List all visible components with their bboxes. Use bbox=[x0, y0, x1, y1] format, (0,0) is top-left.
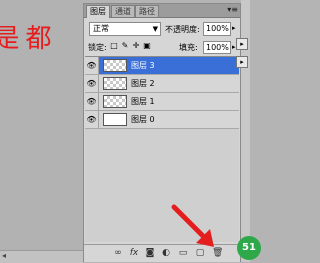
blend-mode-select[interactable]: 正常 ▼ bbox=[89, 22, 161, 36]
layer-thumbnail bbox=[103, 77, 127, 90]
panel-tab-bar: 图层 通道 路径 ▾≡ bbox=[84, 4, 240, 18]
lock-transparent-icon[interactable]: □ bbox=[110, 42, 118, 50]
lock-image-icon[interactable]: ✎ bbox=[121, 42, 129, 50]
add-mask-icon[interactable]: ◙ bbox=[145, 248, 155, 258]
layer-thumbnail bbox=[103, 59, 127, 72]
eye-icon[interactable]: 👁 bbox=[85, 75, 99, 92]
eye-icon[interactable]: 👁 bbox=[85, 111, 99, 128]
lock-all-icon[interactable]: ▣ bbox=[143, 42, 151, 50]
panel-menu-icon[interactable]: ▾≡ bbox=[227, 5, 238, 14]
new-layer-icon[interactable]: ▢ bbox=[195, 248, 205, 258]
status-bar bbox=[0, 250, 83, 263]
layer-row-1[interactable]: 👁 图层 1 bbox=[85, 93, 239, 111]
eye-icon[interactable]: 👁 bbox=[85, 93, 99, 110]
fill-input[interactable]: 100% bbox=[203, 41, 231, 54]
chevron-down-icon: ▼ bbox=[152, 25, 158, 33]
layer-name: 图层 3 bbox=[131, 61, 155, 70]
dock-button-icon[interactable]: ▸ bbox=[236, 38, 248, 50]
tab-channels[interactable]: 通道 bbox=[111, 5, 135, 17]
fill-label: 填充: bbox=[179, 43, 198, 52]
dock-button-icon[interactable]: ▸ bbox=[236, 56, 248, 68]
annotation-char: 是 bbox=[0, 24, 19, 50]
layer-row-3[interactable]: 👁 图层 3 bbox=[85, 57, 239, 75]
layer-name: 图层 1 bbox=[131, 97, 155, 106]
new-group-icon[interactable]: ▭ bbox=[178, 248, 188, 258]
badge-icon: 51 bbox=[237, 236, 261, 260]
fill-slider-icon[interactable]: ▸ bbox=[232, 43, 236, 51]
red-arrow-icon bbox=[171, 204, 214, 247]
blend-row: 正常 ▼ 不透明度: 100% ▸ bbox=[84, 20, 240, 38]
delete-layer-icon[interactable]: 🗑 bbox=[212, 248, 223, 258]
layer-row-0[interactable]: 👁 图层 0 bbox=[85, 111, 239, 129]
opacity-input[interactable]: 100% bbox=[203, 22, 231, 36]
tab-layers[interactable]: 图层 bbox=[86, 5, 110, 18]
layer-thumbnail bbox=[103, 113, 127, 126]
fx-icon[interactable]: fx bbox=[129, 248, 139, 258]
layer-row-2[interactable]: 👁 图层 2 bbox=[85, 75, 239, 93]
lock-position-icon[interactable]: ✛ bbox=[132, 42, 140, 50]
layer-thumbnail bbox=[103, 95, 127, 108]
layer-name: 图层 0 bbox=[131, 115, 155, 124]
layer-name: 图层 2 bbox=[131, 79, 155, 88]
tab-paths[interactable]: 路径 bbox=[135, 5, 159, 17]
adjustment-layer-icon[interactable]: ◐ bbox=[161, 248, 171, 258]
scroll-left-icon[interactable]: ◂ bbox=[2, 251, 6, 260]
eye-icon[interactable]: 👁 bbox=[85, 57, 99, 74]
link-layers-icon[interactable]: ∞ bbox=[113, 248, 123, 258]
blend-mode-value: 正常 bbox=[93, 24, 109, 33]
opacity-slider-icon[interactable]: ▸ bbox=[232, 24, 236, 32]
opacity-label: 不透明度: bbox=[165, 25, 200, 34]
lock-row: 锁定: □ ✎ ✛ ▣ 填充: 100% ▸ bbox=[84, 40, 240, 54]
annotation-text: 都 是 活 动 图 层 bbox=[0, 24, 52, 50]
annotation-char: 都 bbox=[21, 24, 51, 50]
lock-label: 锁定: bbox=[88, 43, 107, 52]
